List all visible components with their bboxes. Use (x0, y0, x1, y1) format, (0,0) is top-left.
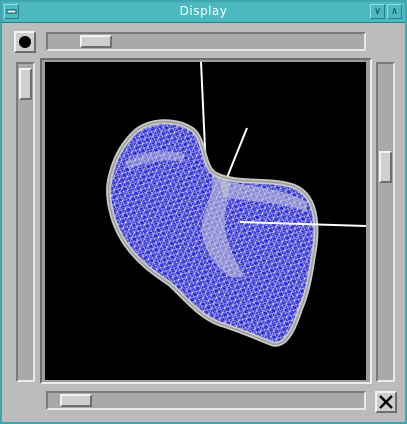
bottom-scrollbar-thumb[interactable] (60, 394, 92, 407)
top-scrollbar-thumb[interactable] (80, 35, 112, 48)
maximize-icon[interactable]: ∧ (387, 4, 402, 19)
3d-viewport[interactable] (45, 62, 366, 380)
close-button[interactable] (375, 391, 397, 413)
top-horizontal-scrollbar[interactable] (46, 32, 366, 51)
close-x-icon (379, 395, 393, 409)
title-bar[interactable]: Display ∨ ∧ (2, 2, 405, 23)
right-vertical-scrollbar[interactable] (376, 62, 395, 382)
bottom-horizontal-scrollbar[interactable] (46, 391, 366, 410)
left-vertical-scrollbar[interactable] (16, 62, 35, 382)
axis-y-line (225, 127, 248, 181)
mesh-render (45, 62, 366, 380)
right-scrollbar-thumb[interactable] (379, 151, 392, 183)
minimize-icon[interactable]: ∨ (370, 4, 385, 19)
display-window: Display ∨ ∧ (0, 0, 407, 424)
record-icon (19, 36, 31, 48)
window-title: Display (179, 4, 228, 18)
record-button[interactable] (14, 31, 36, 53)
left-scrollbar-thumb[interactable] (19, 68, 32, 100)
